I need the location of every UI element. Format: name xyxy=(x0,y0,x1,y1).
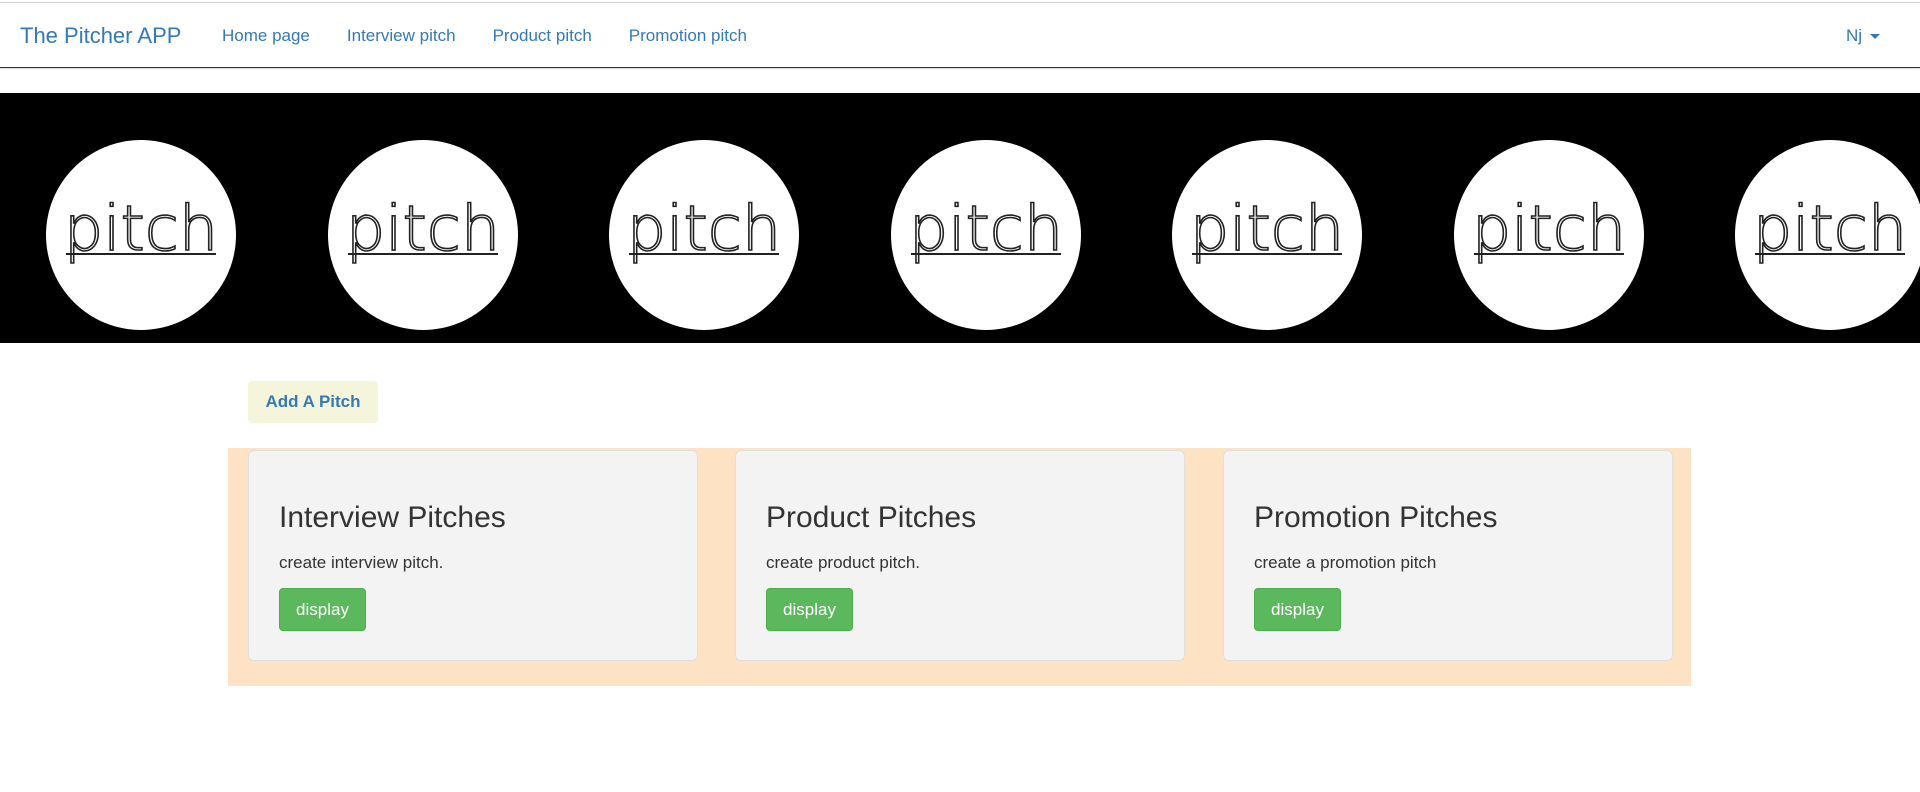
card-text: create product pitch. xyxy=(766,553,921,572)
caret-down-icon xyxy=(1870,33,1880,39)
top-navbar: The Pitcher APP Home page Interview pitc… xyxy=(0,2,1920,68)
pitch-logo: pitch xyxy=(46,140,236,330)
pitch-banner: pitch pitch pitch pitch pitch pitch pitch xyxy=(0,93,1920,343)
display-button-product[interactable]: display xyxy=(766,588,853,631)
pitch-logo: pitch xyxy=(1735,140,1920,330)
pitch-logo: pitch xyxy=(1172,140,1362,330)
user-dropdown[interactable]: Nj xyxy=(1846,3,1880,69)
card-text: create interview pitch. xyxy=(279,553,444,572)
user-name: Nj xyxy=(1845,26,1862,45)
card-title: Interview Pitches xyxy=(279,501,506,534)
card-title: Promotion Pitches xyxy=(1254,501,1498,534)
nav-link-interview[interactable]: Interview pitch xyxy=(347,26,456,46)
card-title: Product Pitches xyxy=(766,501,977,534)
card-product: Product Pitches create product pitch. di… xyxy=(735,450,1185,661)
display-button-promotion[interactable]: display xyxy=(1254,588,1341,631)
nav-link-product[interactable]: Product pitch xyxy=(493,26,592,46)
pitch-logo: pitch xyxy=(890,140,1081,330)
nav-link-promotion[interactable]: Promotion pitch xyxy=(629,26,747,46)
brand-link[interactable]: The Pitcher APP xyxy=(20,3,181,69)
card-promotion: Promotion Pitches create a promotion pit… xyxy=(1223,450,1673,661)
card-interview: Interview Pitches create interview pitch… xyxy=(248,450,698,661)
nav-links: Home page Interview pitch Product pitch … xyxy=(222,3,784,69)
nav-link-home[interactable]: Home page xyxy=(222,26,310,46)
pitch-logo: pitch xyxy=(609,140,799,330)
add-pitch-button[interactable]: Add A Pitch xyxy=(248,381,378,423)
card-text: create a promotion pitch xyxy=(1254,553,1437,572)
pitch-categories: Interview Pitches create interview pitch… xyxy=(228,448,1691,686)
pitch-logo: pitch xyxy=(327,140,518,330)
pitch-logo: pitch xyxy=(1453,140,1644,330)
display-button-interview[interactable]: display xyxy=(279,588,366,631)
